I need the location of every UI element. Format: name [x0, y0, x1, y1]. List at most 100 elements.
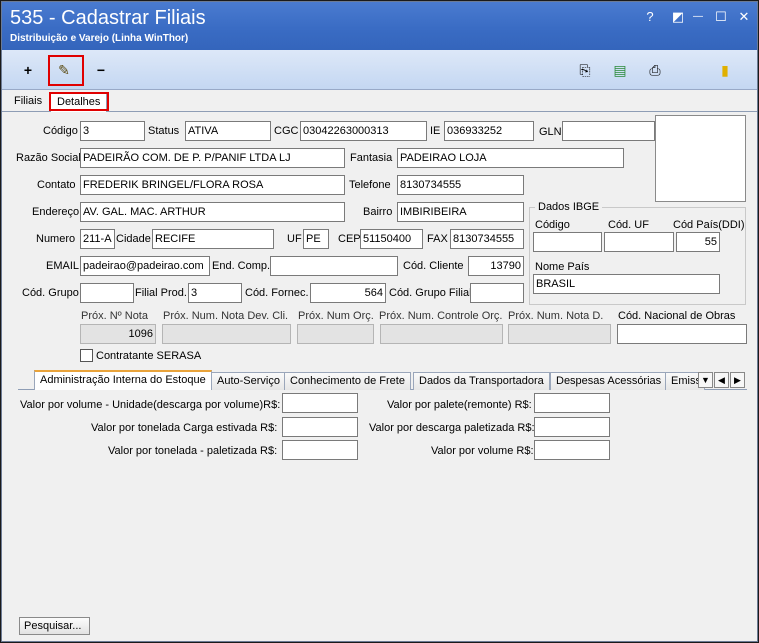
ibge-group-title: Dados IBGE — [535, 201, 603, 213]
palete-label: Valor por palete(remonte) R$: — [387, 399, 532, 411]
cep-field[interactable]: 51150400 — [360, 229, 423, 249]
vol-unidade-field[interactable] — [282, 393, 358, 413]
main-window: 535 - Cadastrar Filiais Distribuição e V… — [1, 1, 758, 642]
bairro-field[interactable]: IMBIRIBEIRA — [397, 202, 524, 222]
tab-scroll-left-icon[interactable]: ◀ — [714, 372, 729, 388]
ton-carga-field[interactable] — [282, 417, 358, 437]
copy-icon[interactable]: ⎘ — [573, 58, 597, 82]
email-field[interactable]: padeirao@padeirao.com — [80, 256, 210, 276]
remove-icon[interactable]: − — [89, 58, 113, 82]
cod-fornec-field[interactable]: 564 — [310, 283, 386, 303]
help-icon[interactable]: ? — [642, 9, 658, 25]
codigo-field[interactable]: 3 — [80, 121, 145, 141]
tab-administracao-estoque[interactable]: Administração Interna do Estoque — [34, 370, 212, 390]
status-field[interactable]: ATIVA — [185, 121, 271, 141]
tab-filiais[interactable]: Filiais — [8, 93, 48, 112]
razao-social-label: Razão Social — [16, 152, 81, 164]
toolbar: + ✎ − ⎘ ▤ ⎙ ▮ — [2, 50, 757, 90]
restore-icon[interactable]: ◩ — [670, 9, 686, 25]
ibge-cod-uf-label: Cód. UF — [608, 219, 649, 231]
razao-social-field[interactable]: PADEIRÃO COM. DE P. P/PANIF LTDA LJ — [80, 148, 345, 168]
codigo-label: Código — [43, 125, 78, 137]
contato-field[interactable]: FREDERIK BRINGEL/FLORA ROSA — [80, 175, 345, 195]
fantasia-field[interactable]: PADEIRAO LOJA — [397, 148, 624, 168]
prox-nota-label: Próx. Nº Nota — [81, 310, 148, 322]
prox-nota-d-label: Próx. Num. Nota D. — [508, 310, 604, 322]
tab-scroll-right-icon[interactable]: ▶ — [730, 372, 745, 388]
document-icon[interactable]: ▤ — [608, 58, 632, 82]
ie-label: IE — [430, 125, 441, 137]
email-label: EMAIL — [46, 260, 80, 272]
serasa-checkbox[interactable] — [80, 349, 93, 362]
endereco-field[interactable]: AV. GAL. MAC. ARTHUR — [80, 202, 345, 222]
tab-auto-servico[interactable]: Auto-Serviço — [211, 372, 286, 390]
numero-label: Numero — [36, 233, 76, 245]
fax-field[interactable]: 8130734555 — [450, 229, 524, 249]
uf-label: UF — [287, 233, 302, 245]
highlight-box — [49, 92, 109, 111]
prox-nota-dev-field — [162, 324, 291, 344]
telefone-label: Telefone — [349, 179, 391, 191]
cod-grupo-field[interactable] — [80, 283, 134, 303]
search-button[interactable]: Pesquisar... — [19, 617, 90, 635]
cod-cliente-field[interactable]: 13790 — [468, 256, 524, 276]
cgc-field[interactable]: 03042263000313 — [300, 121, 427, 141]
cod-grupo-label: Cód. Grupo — [22, 287, 79, 299]
cidade-label: Cidade — [116, 233, 151, 245]
fax-label: FAX — [427, 233, 448, 245]
ton-paletizada-label: Valor por tonelada - paletizada R$: — [108, 445, 278, 457]
uf-field[interactable]: PE — [303, 229, 329, 249]
cod-grupo-filial-field[interactable] — [470, 283, 524, 303]
window-subtitle: Distribuição e Varejo (Linha WinThor) — [10, 33, 189, 44]
ton-paletizada-field[interactable] — [282, 440, 358, 460]
volume-field[interactable] — [534, 440, 610, 460]
ibge-cod-uf-field[interactable] — [604, 232, 674, 252]
status-label: Status — [148, 125, 180, 137]
end-comp-label: End. Comp. — [212, 260, 271, 272]
tab-despesas-acessorias[interactable]: Despesas Acessórias — [550, 372, 668, 390]
bairro-label: Bairro — [363, 206, 393, 218]
cidade-field[interactable]: RECIFE — [152, 229, 274, 249]
gln-field[interactable] — [562, 121, 655, 141]
maximize-icon[interactable]: ☐ — [713, 9, 729, 25]
cod-cliente-label: Cód. Cliente — [403, 260, 464, 272]
fantasia-label: Fantasia — [350, 152, 393, 164]
tab-conhecimento-frete[interactable]: Conhecimento de Frete — [284, 372, 411, 390]
numero-field[interactable]: 211-A — [80, 229, 115, 249]
tab-dropdown-icon[interactable]: ▼ — [698, 372, 713, 388]
ton-carga-label: Valor por tonelada Carga estivada R$: — [91, 422, 278, 434]
prox-nota-field: 1096 — [80, 324, 156, 344]
prox-controle-field — [380, 324, 503, 344]
add-icon[interactable]: + — [16, 58, 40, 82]
vol-unidade-label: Valor por volume - Unidade(descarga por … — [20, 399, 281, 411]
ibge-cod-pais-label: Cód País(DDI) — [673, 219, 745, 231]
ie-field[interactable]: 036933252 — [444, 121, 534, 141]
close-icon[interactable]: ✕ — [736, 9, 752, 25]
ibge-nome-pais-label: Nome País — [535, 261, 590, 273]
end-comp-field[interactable] — [270, 256, 398, 276]
ibge-nome-pais-field[interactable]: BRASIL — [533, 274, 720, 294]
ibge-codigo-field[interactable] — [533, 232, 602, 252]
ibge-cod-pais-field[interactable]: 55 — [676, 232, 720, 252]
cep-label: CEP — [338, 233, 361, 245]
highlight-box — [48, 55, 84, 86]
gln-label: GLN — [539, 126, 562, 138]
ibge-codigo-label: Código — [535, 219, 570, 231]
cod-grupo-filial-label: Cód. Grupo Filial — [389, 287, 472, 299]
exit-icon[interactable]: ▮ — [713, 58, 737, 82]
cod-fornec-label: Cód. Fornec. — [245, 287, 309, 299]
tab-dados-transportadora[interactable]: Dados da Transportadora — [413, 372, 550, 390]
print-icon[interactable]: ⎙ — [643, 58, 667, 82]
telefone-field[interactable]: 8130734555 — [397, 175, 524, 195]
prox-controle-label: Próx. Num. Controle Orç. — [379, 310, 503, 322]
prox-orc-field — [297, 324, 374, 344]
contato-label: Contato — [37, 179, 76, 191]
descarga-paletizada-field[interactable] — [534, 417, 610, 437]
prox-nota-d-field — [508, 324, 611, 344]
photo-box — [655, 115, 746, 202]
filial-prod-field[interactable]: 3 — [188, 283, 242, 303]
minimize-icon[interactable]: — — [690, 9, 706, 25]
palete-field[interactable] — [534, 393, 610, 413]
prox-nota-dev-label: Próx. Num. Nota Dev. Cli. — [163, 310, 289, 322]
cod-obras-field[interactable] — [617, 324, 747, 344]
